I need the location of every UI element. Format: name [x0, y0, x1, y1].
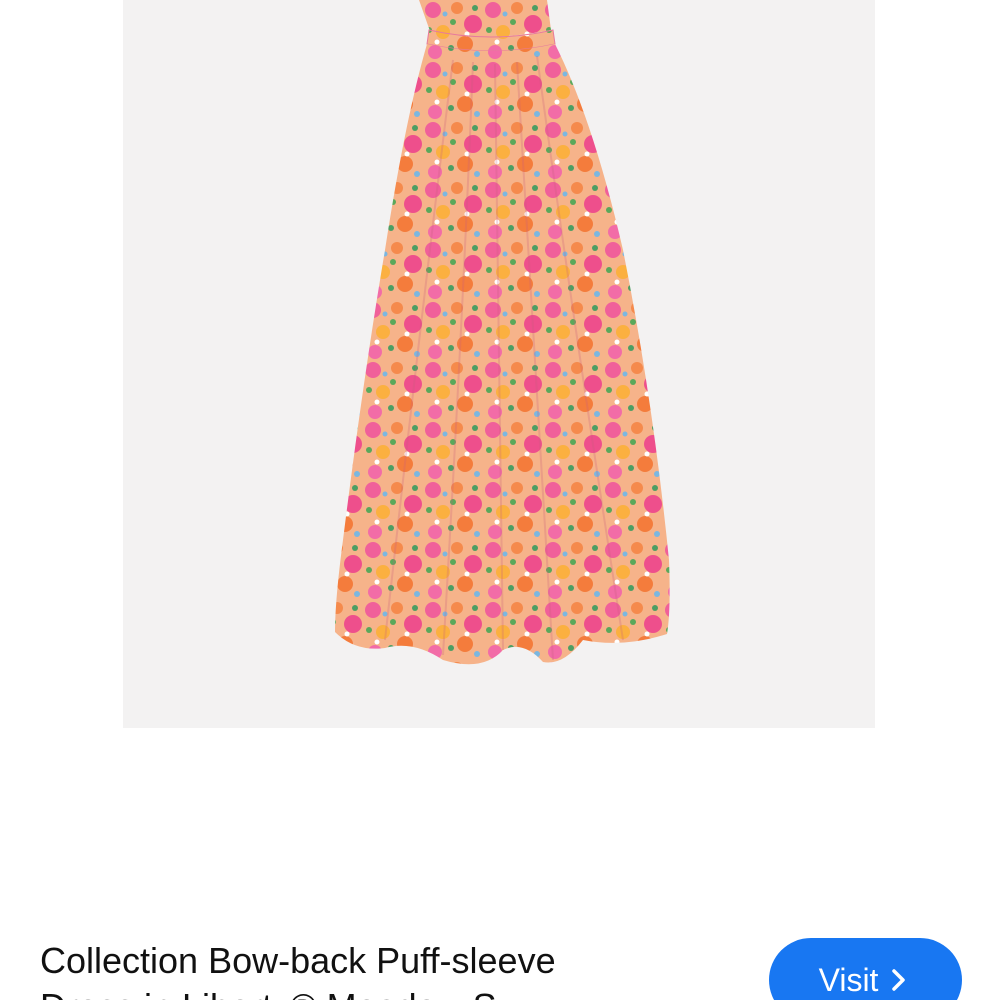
- product-title-line-1: Collection Bow-back Puff-sleeve: [40, 940, 556, 981]
- visit-button[interactable]: Visit: [769, 938, 962, 1000]
- chevron-right-icon: [886, 962, 912, 998]
- product-title: Collection Bow-back Puff-sleeve Dress in …: [40, 938, 740, 1000]
- product-image[interactable]: [123, 0, 875, 728]
- product-page: Collection Bow-back Puff-sleeve Dress in …: [0, 0, 1000, 1000]
- visit-button-label: Visit: [818, 962, 879, 998]
- dress-illustration: [335, 0, 670, 665]
- product-title-line-2: Dress in Liberty® Meadow S: [40, 986, 497, 1000]
